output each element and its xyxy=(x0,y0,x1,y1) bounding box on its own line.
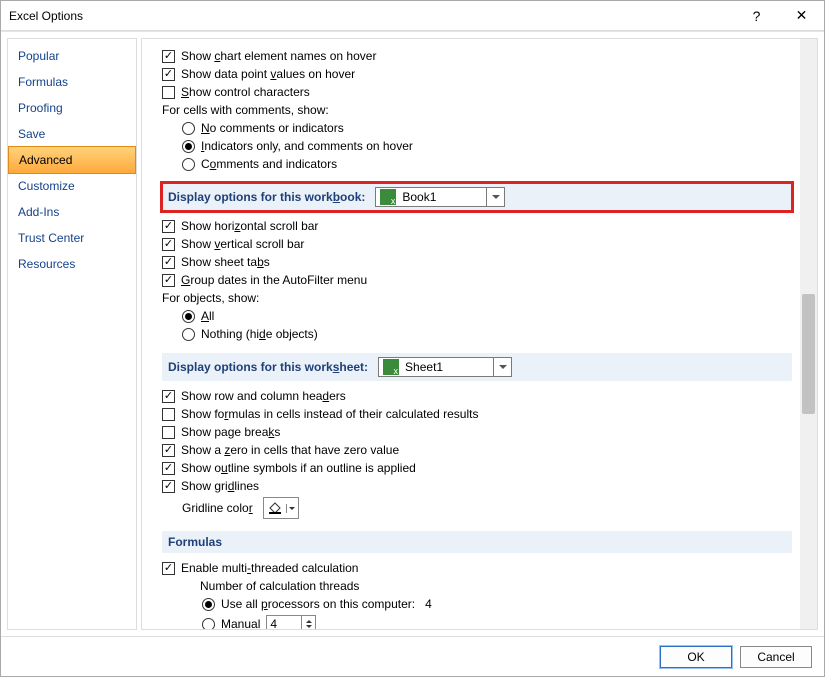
radio-manual-threads[interactable] xyxy=(202,618,215,630)
checkbox-control-chars[interactable] xyxy=(162,86,175,99)
worksheet-dropdown-label: Sheet1 xyxy=(403,360,493,374)
paint-bucket-icon xyxy=(264,501,286,515)
help-button[interactable]: ? xyxy=(734,1,779,31)
content-pane: Show chart element names on hover Show d… xyxy=(142,39,800,629)
label-show-formulas: Show formulas in cells instead of their … xyxy=(181,407,478,421)
section-workbook-display: Display options for this workbook: Book1 xyxy=(162,183,792,211)
section-formulas-title: Formulas xyxy=(168,535,222,549)
radio-no-comments[interactable] xyxy=(182,122,195,135)
sidebar-item-formulas[interactable]: Formulas xyxy=(8,69,136,95)
section-formulas: Formulas xyxy=(162,531,792,553)
close-button[interactable]: ✕ xyxy=(779,1,824,31)
manual-threads-spinner[interactable] xyxy=(266,615,316,629)
checkbox-group-dates[interactable] xyxy=(162,274,175,287)
section-worksheet-display: Display options for this worksheet: Shee… xyxy=(162,353,792,381)
checkbox-show-formulas[interactable] xyxy=(162,408,175,421)
chevron-down-icon xyxy=(286,504,298,513)
label-objects-none: Nothing (hide objects) xyxy=(201,327,318,341)
objects-heading: For objects, show: xyxy=(162,289,792,307)
checkbox-sheet-tabs[interactable] xyxy=(162,256,175,269)
label-data-point: Show data point values on hover xyxy=(181,67,355,81)
radio-comments-indicators[interactable] xyxy=(182,158,195,171)
sidebar-item-customize[interactable]: Customize xyxy=(8,173,136,199)
radio-use-all-processors[interactable] xyxy=(202,598,215,611)
label-hscroll: Show horizontal scroll bar xyxy=(181,219,318,233)
label-objects-all: All xyxy=(201,309,214,323)
radio-indicators-only[interactable] xyxy=(182,140,195,153)
workbook-dropdown-label: Book1 xyxy=(400,190,486,204)
sidebar-item-advanced[interactable]: Advanced xyxy=(8,146,136,174)
label-comments-indicators: Comments and indicators xyxy=(201,157,337,171)
threads-heading: Number of calculation threads xyxy=(162,577,792,595)
checkbox-outline[interactable] xyxy=(162,462,175,475)
label-gridlines: Show gridlines xyxy=(181,479,259,493)
excel-options-dialog: Excel Options ? ✕ Popular Formulas Proof… xyxy=(0,0,825,677)
label-group-dates: Group dates in the AutoFilter menu xyxy=(181,273,367,287)
checkbox-headers[interactable] xyxy=(162,390,175,403)
checkbox-data-point[interactable] xyxy=(162,68,175,81)
label-control-chars: Show control characters xyxy=(181,85,310,99)
checkbox-vscroll[interactable] xyxy=(162,238,175,251)
worksheet-icon xyxy=(383,359,399,375)
checkbox-chart-names[interactable] xyxy=(162,50,175,63)
sidebar-item-popular[interactable]: Popular xyxy=(8,43,136,69)
label-indicators-only: Indicators only, and comments on hover xyxy=(201,139,413,153)
scrollbar-thumb[interactable] xyxy=(802,294,815,414)
gridline-color-label: Gridline color xyxy=(182,501,253,515)
chevron-down-icon xyxy=(493,358,511,376)
sidebar-item-proofing[interactable]: Proofing xyxy=(8,95,136,121)
label-chart-names: Show chart element names on hover xyxy=(181,49,376,63)
sidebar: Popular Formulas Proofing Save Advanced … xyxy=(7,38,137,630)
checkbox-zero[interactable] xyxy=(162,444,175,457)
label-headers: Show row and column headers xyxy=(181,389,346,403)
label-multithread: Enable multi-threaded calculation xyxy=(181,561,358,575)
chevron-down-icon xyxy=(486,188,504,206)
radio-objects-all[interactable] xyxy=(182,310,195,323)
label-use-all-processors: Use all processors on this computer: 4 xyxy=(221,597,432,611)
titlebar: Excel Options ? ✕ xyxy=(1,1,824,31)
dialog-footer: OK Cancel xyxy=(1,636,824,676)
vertical-scrollbar[interactable] xyxy=(800,39,817,629)
workbook-icon xyxy=(380,189,396,205)
sidebar-item-save[interactable]: Save xyxy=(8,121,136,147)
label-vscroll: Show vertical scroll bar xyxy=(181,237,304,251)
sidebar-item-addins[interactable]: Add-Ins xyxy=(8,199,136,225)
label-outline: Show outline symbols if an outline is ap… xyxy=(181,461,416,475)
ok-button[interactable]: OK xyxy=(660,646,732,668)
manual-threads-input[interactable] xyxy=(267,616,301,629)
section-workbook-title: Display options for this workbook: xyxy=(168,190,365,204)
sidebar-item-resources[interactable]: Resources xyxy=(8,251,136,277)
label-sheet-tabs: Show sheet tabs xyxy=(181,255,270,269)
label-page-breaks: Show page breaks xyxy=(181,425,280,439)
comments-heading: For cells with comments, show: xyxy=(162,101,792,119)
spinner-up-icon[interactable] xyxy=(302,616,315,624)
gridline-color-button[interactable] xyxy=(263,497,299,519)
label-zero: Show a zero in cells that have zero valu… xyxy=(181,443,399,457)
processor-count: 4 xyxy=(425,597,432,611)
sidebar-item-trust-center[interactable]: Trust Center xyxy=(8,225,136,251)
checkbox-page-breaks[interactable] xyxy=(162,426,175,439)
spinner-down-icon[interactable] xyxy=(302,624,315,629)
cancel-button[interactable]: Cancel xyxy=(740,646,812,668)
checkbox-gridlines[interactable] xyxy=(162,480,175,493)
label-manual-threads: Manual xyxy=(221,617,260,629)
label-no-comments: No comments or indicators xyxy=(201,121,344,135)
worksheet-dropdown[interactable]: Sheet1 xyxy=(378,357,512,377)
checkbox-multithread[interactable] xyxy=(162,562,175,575)
section-worksheet-title: Display options for this worksheet: xyxy=(168,360,368,374)
radio-objects-none[interactable] xyxy=(182,328,195,341)
workbook-dropdown[interactable]: Book1 xyxy=(375,187,505,207)
checkbox-hscroll[interactable] xyxy=(162,220,175,233)
window-title: Excel Options xyxy=(9,9,734,23)
